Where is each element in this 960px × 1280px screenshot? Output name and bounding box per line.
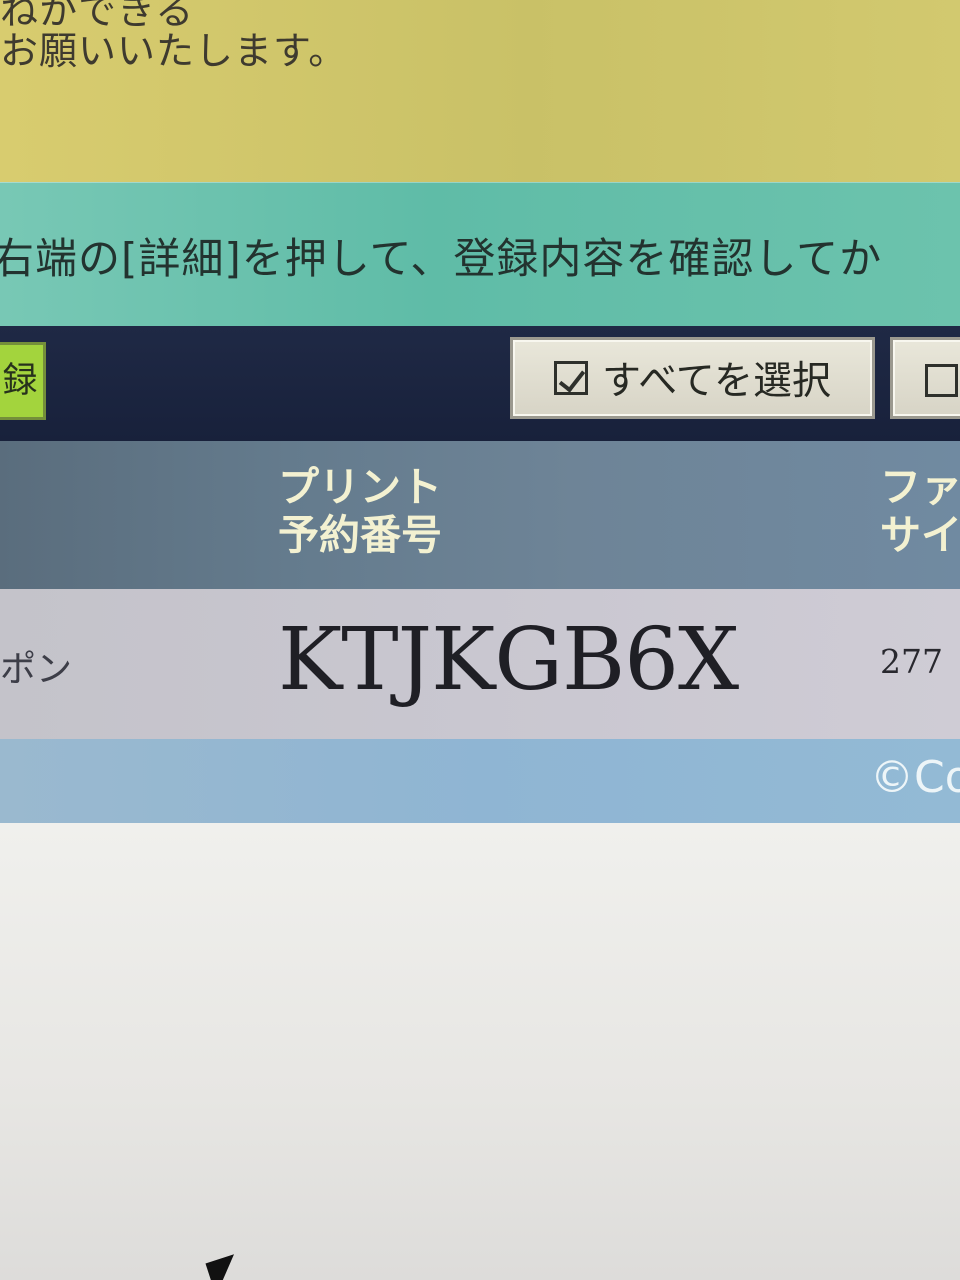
footer-band [0, 739, 960, 823]
file-header-line-1: ファ [880, 463, 960, 511]
empty-checkbox-icon [925, 364, 958, 397]
checked-box-icon [554, 361, 589, 395]
select-all-label: すべてを選択 [602, 359, 831, 404]
instruction-text: 右端の[詳細]を押して、登録内容を確認してか [0, 234, 883, 283]
deselect-all-button[interactable] [890, 337, 960, 419]
print-header-line-2: 予約番号 [278, 511, 442, 559]
photo-of-ui-screen: ねかできる お願いいたします。 右端の[詳細]を押して、登録内容を確認してか 録… [0, 0, 960, 1280]
print-header-line-1: プリント [278, 463, 442, 511]
blank-page-area [0, 823, 960, 1280]
file-size-value: 277 [880, 642, 943, 681]
select-all-button[interactable]: すべてを選択 [510, 337, 875, 419]
left-cell-text: ポン [0, 649, 73, 690]
register-button[interactable]: 録 [0, 342, 46, 420]
table-header [0, 441, 960, 589]
print-reservation-number-header: プリント 予約番号 [278, 463, 442, 559]
top-message: お願いいたします。 [0, 29, 348, 73]
message-area: ねかできる お願いいたします。 [0, 0, 960, 190]
print-reservation-number: KTJKGB6X [278, 610, 739, 710]
copyright-text: ©Co [870, 752, 960, 803]
file-header-line-2: サイ [880, 511, 960, 559]
register-button-label: 録 [2, 361, 38, 401]
file-size-header: ファ サイ [880, 463, 960, 559]
